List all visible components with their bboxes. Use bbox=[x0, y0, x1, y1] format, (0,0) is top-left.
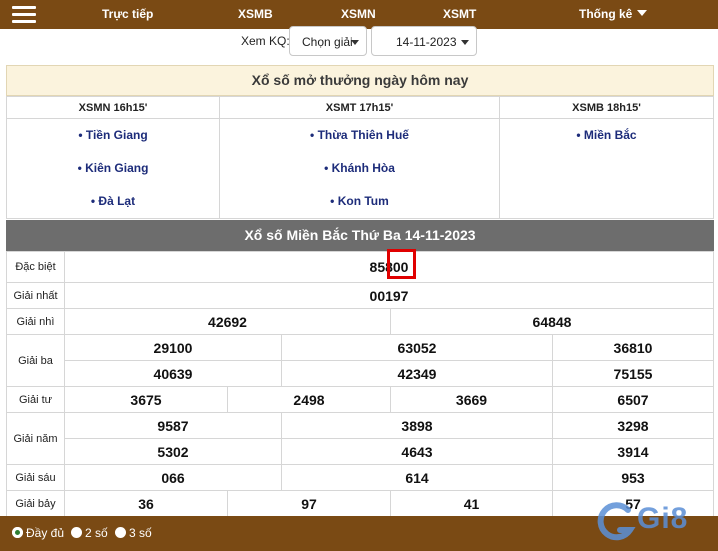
logo-text: Gi8 bbox=[637, 502, 689, 535]
nav-truc-tiep[interactable]: Trực tiếp bbox=[102, 7, 153, 21]
table-row: Giải nhì 42692 64848 bbox=[6, 308, 714, 335]
fourth-prize-value: 3675 bbox=[64, 386, 228, 413]
prize-label: Giải tư bbox=[6, 386, 65, 413]
prize-label: Đặc biệt bbox=[6, 251, 65, 283]
date-select[interactable]: 14-11-2023 bbox=[371, 26, 477, 56]
option-3-so[interactable]: 3 số bbox=[115, 526, 152, 540]
nav-thong-ke-label: Thống kê bbox=[579, 7, 633, 21]
today-section-title: Xổ số mở thưởng ngày hôm nay bbox=[6, 65, 714, 96]
hamburger-menu-icon[interactable] bbox=[12, 6, 36, 24]
third-prize-value: 36810 bbox=[552, 334, 714, 361]
seventh-prize-value: 36 bbox=[64, 490, 228, 517]
third-prize-value: 42349 bbox=[281, 360, 553, 387]
second-prize-value: 42692 bbox=[64, 308, 391, 335]
nav-xsmt[interactable]: XSMT bbox=[443, 7, 476, 21]
seventh-prize-value: 41 bbox=[390, 490, 553, 517]
today-regions-table: XSMN 16h15' XSMT 17h15' XSMB 18h15' • Ti… bbox=[6, 96, 714, 219]
table-row: Giải tư 3675 2498 3669 6507 bbox=[6, 386, 714, 413]
results-title: Xổ số Miền Bắc Thứ Ba 14-11-2023 bbox=[6, 220, 714, 251]
prize-label: Giải năm bbox=[6, 412, 65, 465]
table-row: Giải nhất 00197 bbox=[6, 282, 714, 309]
option-day-du[interactable]: Đầy đủ bbox=[12, 526, 64, 540]
region-header-xsmn: XSMN 16h15' bbox=[6, 96, 220, 119]
province-link[interactable]: • Kiên Giang bbox=[7, 152, 219, 185]
fifth-prize-value: 3914 bbox=[552, 438, 714, 465]
sixth-prize-value: 953 bbox=[552, 464, 714, 491]
fifth-prize-value: 3898 bbox=[281, 412, 553, 439]
option-2-so[interactable]: 2 số bbox=[71, 526, 108, 540]
sixth-prize-value: 614 bbox=[281, 464, 553, 491]
prize-label: Giải nhất bbox=[6, 282, 65, 309]
fourth-prize-value: 6507 bbox=[552, 386, 714, 413]
prize-label: Giải ba bbox=[6, 334, 65, 387]
chevron-down-icon bbox=[461, 40, 469, 45]
table-row: Giải năm 9587 3898 3298 bbox=[6, 412, 714, 465]
date-select-value: 14-11-2023 bbox=[396, 35, 457, 49]
third-prize-value: 29100 bbox=[64, 334, 282, 361]
province-link[interactable]: • Khánh Hòa bbox=[220, 152, 499, 185]
table-row: Giải ba 29100 63052 36810 bbox=[6, 334, 714, 387]
region-xsmb-list: • Miền Bắc bbox=[499, 118, 714, 219]
radio-icon bbox=[115, 527, 126, 538]
top-nav-bar: Trực tiếp XSMB XSMN XSMT Thống kê bbox=[0, 0, 718, 29]
table-row: Giải sáu 066 614 953 bbox=[6, 464, 714, 491]
province-select[interactable]: Chọn giải bbox=[289, 26, 367, 56]
filter-label: Xem KQ: bbox=[241, 34, 290, 48]
fifth-prize-value: 9587 bbox=[64, 412, 282, 439]
option-label: 2 số bbox=[85, 526, 108, 540]
province-link[interactable]: • Thừa Thiên Huế bbox=[220, 119, 499, 152]
region-xsmn-list: • Tiền Giang • Kiên Giang • Đà Lạt bbox=[6, 118, 220, 219]
highlight-annotation-box bbox=[387, 249, 416, 279]
nav-xsmb[interactable]: XSMB bbox=[238, 7, 273, 21]
table-row: 40639 42349 75155 bbox=[7, 360, 714, 387]
sixth-prize-value: 066 bbox=[64, 464, 282, 491]
radio-icon bbox=[71, 527, 82, 538]
fifth-prize-value: 3298 bbox=[552, 412, 714, 439]
first-prize-value: 00197 bbox=[64, 282, 714, 309]
chevron-down-icon bbox=[351, 40, 359, 45]
prize-label: Giải bảy bbox=[6, 490, 65, 517]
seventh-prize-value: 97 bbox=[227, 490, 391, 517]
fifth-prize-value: 5302 bbox=[64, 438, 282, 465]
second-prize-value: 64848 bbox=[390, 308, 714, 335]
fourth-prize-value: 2498 bbox=[227, 386, 391, 413]
third-prize-value: 63052 bbox=[281, 334, 553, 361]
province-link[interactable]: • Đà Lạt bbox=[7, 185, 219, 218]
table-row: Đặc biệt 85800 bbox=[6, 251, 714, 283]
province-link[interactable]: • Kon Tum bbox=[220, 185, 499, 218]
results-table: Đặc biệt 85800 Giải nhất 00197 Giải nhì … bbox=[6, 251, 714, 517]
nav-thong-ke[interactable]: Thống kê bbox=[579, 7, 648, 21]
fifth-prize-value: 4643 bbox=[281, 438, 553, 465]
prize-label: Giải nhì bbox=[6, 308, 65, 335]
province-select-value: Chọn giải bbox=[302, 35, 353, 49]
chevron-down-icon bbox=[637, 10, 648, 16]
option-label: Đầy đủ bbox=[26, 526, 65, 540]
radio-checked-icon bbox=[12, 527, 23, 538]
third-prize-value: 40639 bbox=[64, 360, 282, 387]
third-prize-value: 75155 bbox=[552, 360, 714, 387]
option-label: 3 số bbox=[129, 526, 152, 540]
region-xsmt-list: • Thừa Thiên Huế • Khánh Hòa • Kon Tum bbox=[219, 118, 500, 219]
nav-xsmn[interactable]: XSMN bbox=[341, 7, 376, 21]
region-header-xsmt: XSMT 17h15' bbox=[219, 96, 500, 119]
province-link[interactable]: • Miền Bắc bbox=[500, 119, 713, 152]
table-row: 5302 4643 3914 bbox=[7, 438, 714, 465]
province-link[interactable]: • Tiền Giang bbox=[7, 119, 219, 152]
region-header-xsmb: XSMB 18h15' bbox=[499, 96, 714, 119]
prize-label: Giải sáu bbox=[6, 464, 65, 491]
fourth-prize-value: 3669 bbox=[390, 386, 553, 413]
